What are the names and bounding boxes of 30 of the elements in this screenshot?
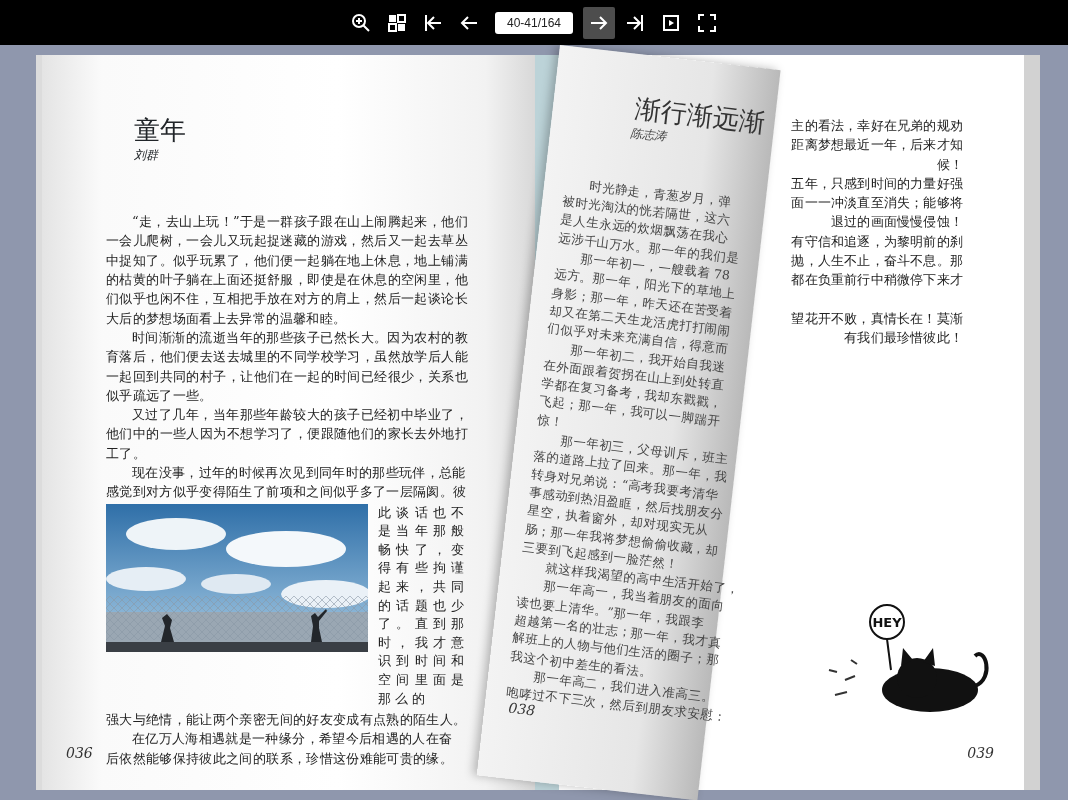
text-line: 主的看法，幸好在兄弟的规劝 [791,117,963,135]
text-line: 望花开不败，真情长在！莫渐 [791,309,963,328]
text-line: 都在负重前行中稍微停下来才 [791,271,963,290]
text-line: 五年，只感到时间的力量好强 [791,174,963,193]
page-number: 036 [66,744,93,763]
text-line: 强大与绝情，能让两个亲密无间的好友变成有点熟的陌生人。 [106,711,468,730]
page-title: 童年 [134,115,186,147]
text-line: 感觉到对方似乎变得陌生了前项和之间似乎多了一层隔阂。彼 [106,483,468,502]
sign-text: HEY [872,615,902,630]
text-line: 现在没事，过年的时候再次见到同年时的那些玩伴，总能 [131,464,467,483]
paragraph: 时间渐渐的流逝当年的那些孩子已然长大。因为农村的教育落后，他们便去送去城里的不同学校学习，虽然放学后人能一起回到共同的村子，让他们在一起的时间已经很少，关系也似乎疏远了一些。 [106,328,468,405]
text-line: 抛，人生不止，奋斗不息。那 [791,252,963,271]
next-page-button[interactable] [583,6,615,39]
paragraph: 又过了几年，当年那些年龄较大的孩子已经初中毕业了，他们中的一些人因为不想学习了，便跟随他们的家长去外地打工了。 [106,406,468,463]
page-number-field[interactable]: 40-41/164 [495,11,573,34]
text-line: 惊！ [536,410,565,432]
text-line: 距离梦想最近一年，后来才知 [791,136,963,155]
text-line: 退过的画面慢慢侵蚀！ [830,213,963,232]
text-line: 在亿万人海相遇就是一种缘分，希望今后相遇的人在奋 [131,730,454,749]
text-line: 面一一冲淡直至消失；能够将 [791,194,963,213]
paragraph: “走，去山上玩！”于是一群孩子跟在山上闹腾起来，他们一会儿爬树，一会儿又玩起捉迷藏的游戏，然后又一起去草丛中捉知了。似乎玩累了，他们便一起躺在地上休息，地上铺满的枯黄的叶子躺在上面还挺舒服，即使是在休息的空闲里，他们似乎也闲不住，互相把手放在对方的肩上，然后一起谈论长大后的梦想场面看上去异常的温馨和睦。 [106,213,468,328]
text-line: 后依然能够保持彼此之间的联系，珍惜这份难能可贵的缘。 [106,749,455,768]
text-line: 候！ [935,155,963,174]
page-number: 038 [507,699,537,721]
paragraph: 此谈话也不是当年那般畅快了，变得有些拘谨起来，共同的话题也少了。直到那时，我才意识到时间和空间里面是那么的 [378,503,468,708]
author-name: 陈志涛 [629,125,668,146]
text-line: 有我们最珍惜彼此！ [843,328,963,347]
text-line: 有守信和追逐，为黎明前的刹 [791,232,963,251]
author-name: 刘群 [134,147,158,165]
page-number: 039 [967,744,994,763]
